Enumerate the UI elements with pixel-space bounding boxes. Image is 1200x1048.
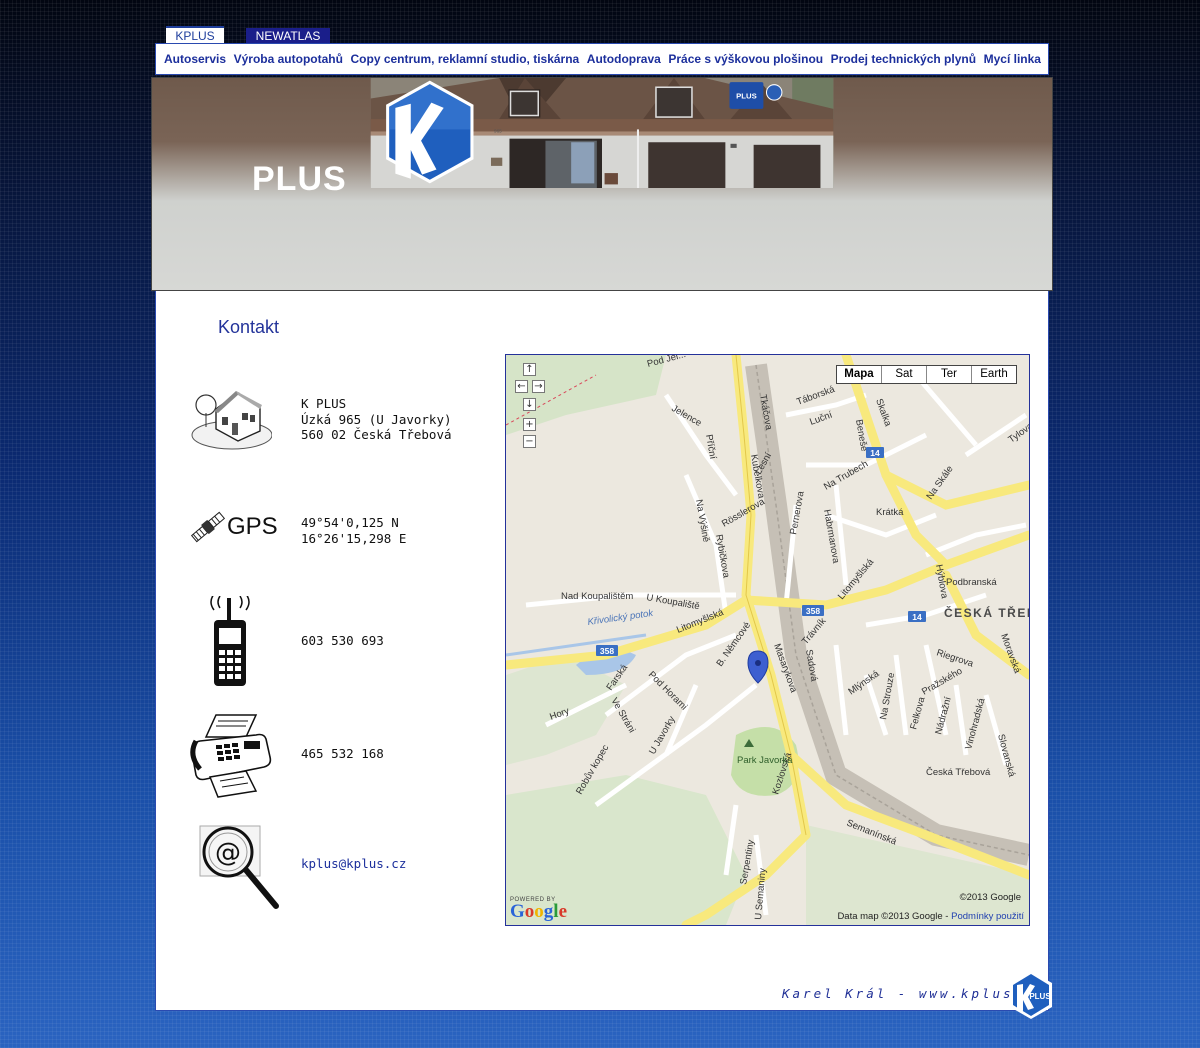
pan-up-icon[interactable]: ↑	[523, 363, 536, 376]
map-type-selector: Mapa Sat Ter Earth	[836, 365, 1017, 384]
nav-item-copy-centrum[interactable]: Copy centrum, reklamní studio, tiskárna	[351, 52, 580, 66]
page-title: Kontakt	[218, 317, 280, 337]
city-label-ceska-trebova: ČESKÁ TŘEBOVÁ	[944, 605, 1029, 620]
house-number: 965	[494, 128, 502, 133]
google-map[interactable]: 358 358 14 14 Kubelkova Litomyšlská Lito…	[505, 354, 1030, 926]
tab-kplus[interactable]: KPLUS	[166, 26, 224, 44]
map-attribution: Data map ©2013 Google - Podmínky použití	[837, 911, 1024, 922]
footer-kplus-logo[interactable]: PLUS	[1008, 970, 1054, 1020]
park-label-javorka: Park Javorka	[737, 755, 793, 766]
content-panel: Kontakt K PLUS Úzká 965 (U Javorky) 560 …	[155, 291, 1049, 1011]
fax-icon	[190, 714, 272, 798]
map-type-sat[interactable]: Sat	[881, 366, 926, 383]
gps-coordinates: 49°54'0,125 N 16°26'15,298 E	[301, 515, 407, 546]
map-copyright: ©2013 Google	[959, 892, 1021, 903]
house-icon	[191, 391, 272, 450]
pan-down-icon[interactable]: ↓	[523, 398, 536, 411]
map-canvas[interactable]: 358 358 14 14 Kubelkova Litomyšlská Lito…	[506, 355, 1029, 925]
nav-item-autodoprava[interactable]: Autodoprava	[587, 52, 661, 66]
station-label-ceska-trebova: Česká Třebová	[926, 767, 991, 778]
nav-item-vyskova-plosina[interactable]: Práce s výškovou plošinou	[668, 52, 823, 66]
pan-right-icon[interactable]: →	[532, 380, 545, 393]
powered-by-google[interactable]: POWERED BY Google	[510, 897, 567, 921]
google-logo: Google	[510, 901, 567, 922]
header-banner-photo: PLUS 965 PLUS	[151, 77, 1053, 291]
nav-item-vyroba-autopotahu[interactable]: Výroba autopotahů	[234, 52, 343, 66]
banner-logo-text: PLUS	[252, 160, 347, 198]
nav-item-autoservis[interactable]: Autoservis	[164, 52, 226, 66]
road-358-shield: 358	[806, 606, 820, 616]
zoom-out-icon[interactable]: −	[523, 435, 536, 448]
address-text: K PLUS Úzká 965 (U Javorky) 560 02 Česká…	[301, 396, 452, 442]
map-type-earth[interactable]: Earth	[971, 366, 1016, 383]
road-14-shield: 14	[870, 448, 880, 458]
nav-item-technicke-plyny[interactable]: Prodej technických plynů	[831, 52, 976, 66]
road-14-shield-south: 14	[912, 612, 922, 622]
map-terms-link[interactable]: Podmínky použití	[951, 911, 1024, 922]
phone-number: 603 530 693	[301, 633, 384, 648]
svg-text:@: @	[215, 838, 241, 868]
svg-text:PLUS: PLUS	[736, 92, 757, 101]
mobile-phone-icon	[210, 596, 250, 686]
street-label-podbranska: Podbranská	[946, 577, 997, 588]
map-type-ter[interactable]: Ter	[926, 366, 971, 383]
main-navigation: Autoservis Výroba autopotahů Copy centru…	[155, 43, 1049, 75]
fax-number: 465 532 168	[301, 746, 384, 761]
footer-signature: Karel Král - www.kplus.cz	[782, 986, 1046, 1001]
street-label-kratka: Krátká	[876, 507, 904, 518]
email-link[interactable]: kplus@kplus.cz	[301, 856, 406, 871]
tab-newatlas[interactable]: NEWATLAS	[246, 28, 330, 44]
map-type-mapa[interactable]: Mapa	[837, 366, 881, 383]
zoom-in-icon[interactable]: +	[523, 418, 536, 431]
footer-logo-text: PLUS	[1029, 992, 1051, 1001]
street-label-nad-koupalistem: Nad Koupalištěm	[561, 591, 633, 602]
nav-item-myci-linka[interactable]: Mycí linka	[984, 52, 1041, 66]
pan-left-icon[interactable]: ←	[515, 380, 528, 393]
map-data-text: Data map ©2013 Google -	[837, 911, 952, 922]
email-search-icon: @	[199, 825, 279, 909]
gps-label: GPS	[227, 513, 278, 540]
road-358-shield-west: 358	[600, 646, 614, 656]
